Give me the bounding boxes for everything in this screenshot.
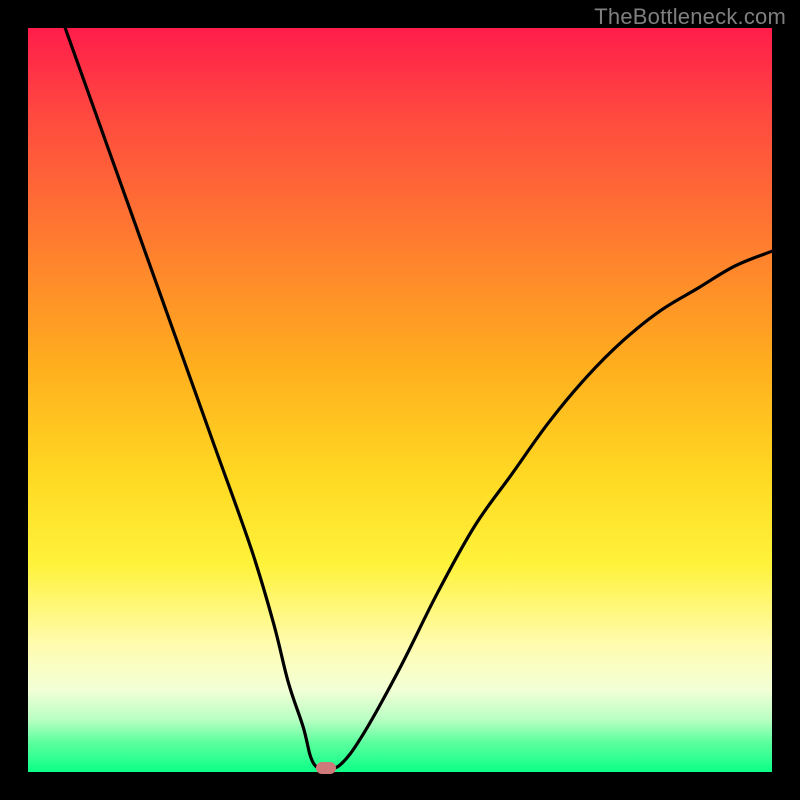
chart-frame: TheBottleneck.com [0, 0, 800, 800]
optimal-point-marker [316, 762, 336, 774]
plot-area [28, 28, 772, 772]
attribution-label: TheBottleneck.com [594, 4, 786, 30]
bottleneck-curve [28, 28, 772, 772]
